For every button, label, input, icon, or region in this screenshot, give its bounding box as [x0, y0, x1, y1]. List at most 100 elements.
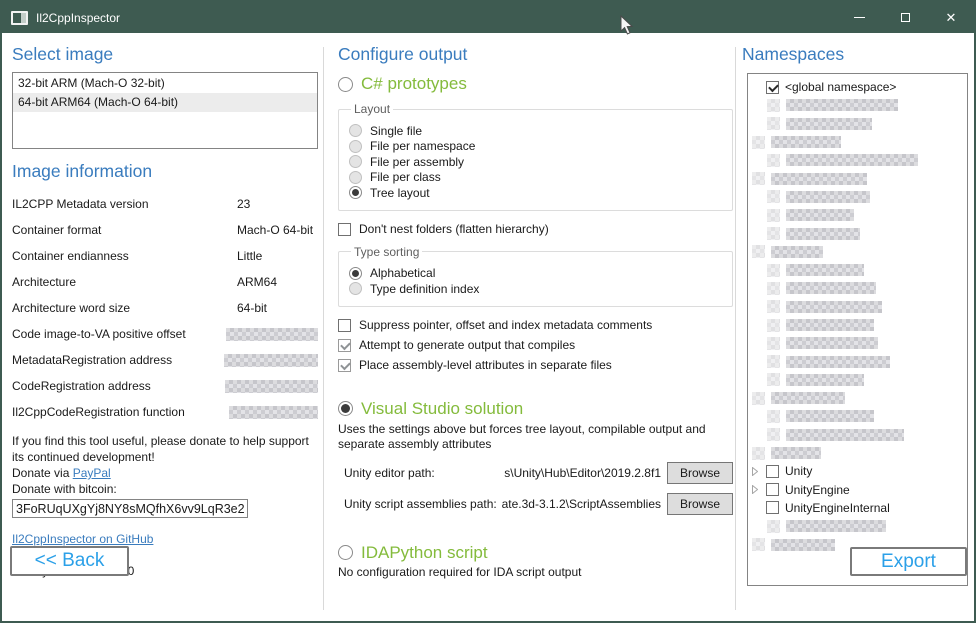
namespace-item[interactable]: [748, 298, 967, 316]
layout-option-label: Single file: [370, 124, 422, 138]
namespace-item[interactable]: <global namespace>: [748, 78, 967, 96]
namespace-item[interactable]: [748, 407, 967, 425]
visual-studio-option[interactable]: Visual Studio solution: [338, 399, 733, 419]
info-row: Code image-to-VA positive offset: [12, 321, 318, 347]
namespace-item[interactable]: [748, 188, 967, 206]
image-listbox[interactable]: 32-bit ARM (Mach-O 32-bit) 64-bit ARM64 …: [12, 72, 318, 149]
namespace-item[interactable]: [748, 352, 967, 370]
back-button[interactable]: << Back: [10, 546, 129, 576]
csharp-prototypes-option[interactable]: C# prototypes: [338, 74, 733, 94]
info-row: CodeRegistration address: [12, 373, 318, 399]
namespaces-tree[interactable]: <global namespace>: [747, 73, 968, 586]
layout-option-radio[interactable]: [349, 140, 362, 153]
namespace-item[interactable]: [748, 151, 967, 169]
namespace-item[interactable]: UnityEngine: [748, 481, 967, 499]
info-row: IL2CPP Metadata version 23: [12, 191, 318, 217]
redacted-namespace-text: [771, 173, 867, 185]
namespace-item[interactable]: [748, 96, 967, 114]
layout-option[interactable]: File per class: [349, 170, 722, 186]
suppress-comments-checkbox[interactable]: [338, 319, 351, 332]
namespace-item[interactable]: [748, 206, 967, 224]
info-value: Little: [237, 249, 318, 263]
redacted-namespace-text: [786, 520, 886, 532]
namespace-item[interactable]: Unity: [748, 462, 967, 480]
type-sorting-option[interactable]: Alphabetical: [349, 266, 722, 282]
redacted-checkbox: [767, 264, 780, 277]
namespace-checkbox[interactable]: [766, 81, 779, 94]
namespace-checkbox[interactable]: [766, 465, 779, 478]
paypal-link[interactable]: PayPal: [73, 466, 111, 480]
layout-option-radio[interactable]: [349, 186, 362, 199]
info-label: Container endianness: [12, 249, 237, 263]
visual-studio-description: Uses the settings above but forces tree …: [338, 422, 718, 453]
maximize-button[interactable]: [882, 2, 928, 33]
idapython-radio[interactable]: [338, 545, 353, 560]
namespace-item[interactable]: [748, 243, 967, 261]
github-link[interactable]: Il2CppInspector on GitHub: [12, 532, 153, 546]
minimize-button[interactable]: [836, 2, 882, 33]
expand-arrow-icon[interactable]: [752, 485, 758, 494]
attempt-compile-checkbox-row[interactable]: Attempt to generate output that compiles: [338, 338, 733, 353]
minimize-icon: [854, 17, 865, 18]
namespace-item[interactable]: [748, 115, 967, 133]
namespace-item[interactable]: [748, 316, 967, 334]
namespace-checkbox[interactable]: [766, 501, 779, 514]
script-assemblies-path-value: ate.3d-3.1.2\ScriptAssemblies: [500, 497, 667, 511]
suppress-comments-checkbox-row[interactable]: Suppress pointer, offset and index metad…: [338, 318, 733, 333]
namespace-checkbox[interactable]: [766, 483, 779, 496]
mouse-cursor-icon: [620, 15, 634, 36]
image-list-item[interactable]: 32-bit ARM (Mach-O 32-bit): [13, 74, 317, 93]
namespace-item[interactable]: [748, 133, 967, 151]
namespace-item[interactable]: UnityEngineInternal: [748, 499, 967, 517]
layout-option[interactable]: File per namespace: [349, 139, 722, 155]
layout-option-label: File per namespace: [370, 139, 475, 153]
redacted-namespace-text: [771, 246, 823, 258]
donate-via-line: Donate via PayPal: [12, 465, 318, 481]
unity-editor-browse-button[interactable]: Browse: [667, 462, 733, 484]
namespace-item[interactable]: [748, 517, 967, 535]
namespace-item[interactable]: [748, 371, 967, 389]
script-assemblies-path-label: Unity script assemblies path:: [344, 497, 500, 511]
type-sorting-options: Alphabetical Type definition index: [349, 266, 722, 297]
type-sorting-option[interactable]: Type definition index: [349, 281, 722, 297]
app-icon: [11, 11, 28, 25]
csharp-prototypes-radio[interactable]: [338, 77, 353, 92]
redacted-checkbox: [767, 154, 780, 167]
dont-nest-checkbox[interactable]: [338, 223, 351, 236]
idapython-option[interactable]: IDAPython script: [338, 543, 733, 563]
type-sorting-option-radio[interactable]: [349, 282, 362, 295]
suppress-comments-label: Suppress pointer, offset and index metad…: [359, 318, 652, 332]
redacted-namespace-text: [786, 191, 870, 203]
layout-option[interactable]: Tree layout: [349, 185, 722, 201]
layout-option[interactable]: File per assembly: [349, 154, 722, 170]
layout-option-radio[interactable]: [349, 171, 362, 184]
image-list-item[interactable]: 64-bit ARM64 (Mach-O 64-bit): [13, 93, 317, 112]
redacted-checkbox: [767, 209, 780, 222]
separate-attributes-checkbox[interactable]: [338, 359, 351, 372]
separate-attributes-checkbox-row[interactable]: Place assembly-level attributes in separ…: [338, 358, 733, 373]
type-sorting-option-radio[interactable]: [349, 267, 362, 280]
namespace-item[interactable]: [748, 389, 967, 407]
namespace-item[interactable]: [748, 279, 967, 297]
close-button[interactable]: ✕: [928, 2, 974, 33]
namespace-item[interactable]: [748, 261, 967, 279]
namespace-label: UnityEngineInternal: [785, 501, 890, 515]
layout-option-radio[interactable]: [349, 155, 362, 168]
namespace-item[interactable]: [748, 169, 967, 187]
visual-studio-radio[interactable]: [338, 401, 353, 416]
namespace-item[interactable]: [748, 426, 967, 444]
redacted-namespace-text: [786, 264, 864, 276]
script-assemblies-browse-button[interactable]: Browse: [667, 493, 733, 515]
expand-arrow-icon[interactable]: [752, 467, 758, 476]
export-button[interactable]: Export: [850, 547, 967, 576]
attempt-compile-checkbox[interactable]: [338, 339, 351, 352]
dont-nest-checkbox-row[interactable]: Don't nest folders (flatten hierarchy): [338, 222, 733, 237]
layout-option-radio[interactable]: [349, 124, 362, 137]
namespace-item[interactable]: [748, 224, 967, 242]
bitcoin-address-input[interactable]: [12, 499, 248, 518]
layout-option[interactable]: Single file: [349, 123, 722, 139]
namespace-label: <global namespace>: [785, 80, 896, 94]
namespace-item[interactable]: [748, 334, 967, 352]
namespace-item[interactable]: [748, 444, 967, 462]
window-title: Il2CppInspector: [36, 11, 120, 25]
